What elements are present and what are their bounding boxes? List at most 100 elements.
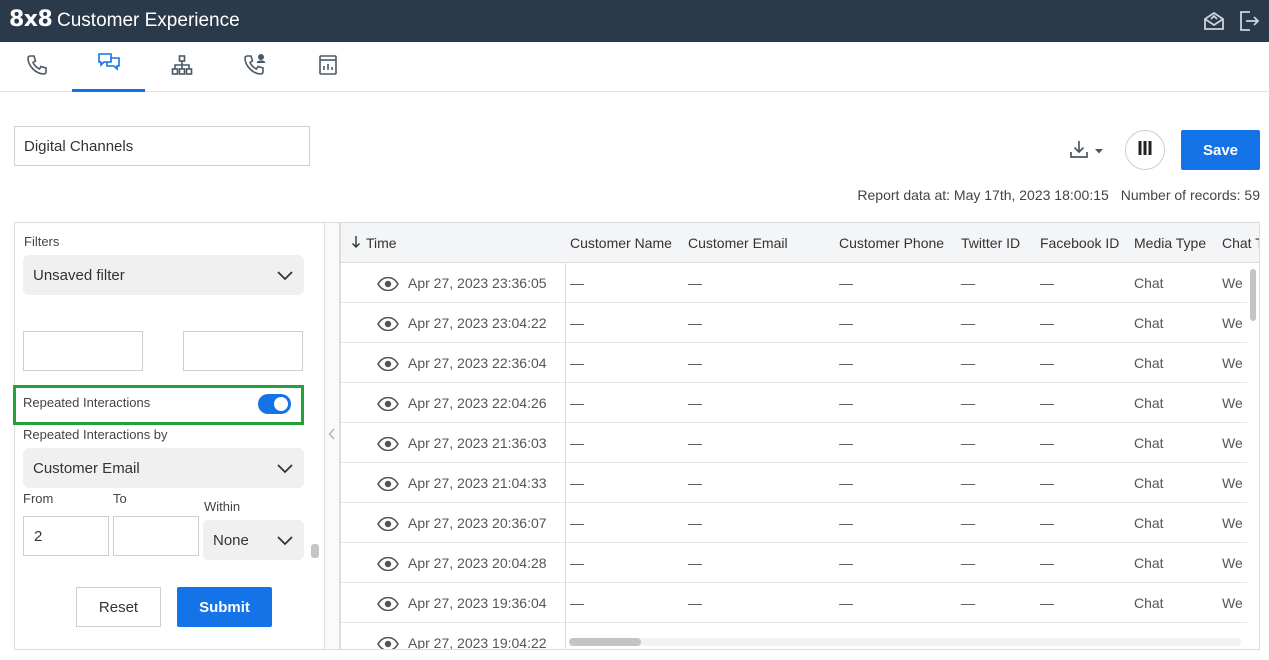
cell-customer-phone: — bbox=[839, 315, 853, 331]
filter-value-field-right[interactable] bbox=[183, 331, 303, 371]
horizontal-scrollbar[interactable] bbox=[569, 638, 641, 646]
table-row[interactable]: Apr 27, 2023 22:04:26 — — — — — Chat We bbox=[341, 383, 1247, 423]
chevron-down-icon bbox=[276, 461, 294, 479]
column-header-customer-name[interactable]: Customer Name bbox=[570, 235, 672, 251]
from-label: From bbox=[23, 491, 54, 506]
cell-time: Apr 27, 2023 22:04:26 bbox=[408, 395, 547, 411]
cell-facebook-id: — bbox=[1040, 595, 1054, 611]
cell-time: Apr 27, 2023 21:04:33 bbox=[408, 475, 547, 491]
download-menu[interactable] bbox=[1068, 138, 1104, 165]
chevron-down-icon bbox=[276, 533, 294, 551]
table-row[interactable]: Apr 27, 2023 20:36:07 — — — — — Chat We bbox=[341, 503, 1247, 543]
column-header-twitter-id[interactable]: Twitter ID bbox=[961, 235, 1020, 251]
cell-twitter-id: — bbox=[961, 515, 975, 531]
cell-chat-type: We bbox=[1222, 475, 1243, 491]
caret-down-icon bbox=[1094, 143, 1104, 161]
column-header-time[interactable]: Time bbox=[366, 235, 397, 251]
top-bar: 8x8 Customer Experience bbox=[0, 0, 1269, 42]
from-input[interactable]: 2 bbox=[23, 516, 109, 556]
tab-reports[interactable] bbox=[291, 42, 364, 92]
cell-customer-phone: — bbox=[839, 555, 853, 571]
logout-icon[interactable] bbox=[1237, 9, 1261, 33]
filter-panel-scrollbar[interactable] bbox=[311, 544, 319, 558]
table-row[interactable]: Apr 27, 2023 21:04:33 — — — — — Chat We bbox=[341, 463, 1247, 503]
cell-twitter-id: — bbox=[961, 435, 975, 451]
cell-customer-phone: — bbox=[839, 595, 853, 611]
cell-customer-email: — bbox=[688, 555, 702, 571]
column-header-media-type[interactable]: Media Type bbox=[1134, 235, 1206, 251]
cell-customer-phone: — bbox=[839, 435, 853, 451]
repeated-by-select[interactable]: Customer Email bbox=[23, 448, 304, 488]
table-row[interactable]: Apr 27, 2023 23:36:05 — — — — — Chat We bbox=[341, 263, 1247, 303]
cell-chat-type: We bbox=[1222, 395, 1243, 411]
cell-chat-type: We bbox=[1222, 555, 1243, 571]
chevron-left-icon bbox=[328, 427, 336, 445]
eye-icon[interactable] bbox=[377, 436, 399, 456]
phone-icon bbox=[25, 53, 49, 82]
cell-chat-type: We bbox=[1222, 515, 1243, 531]
cell-customer-name: — bbox=[570, 475, 584, 491]
filter-value-field-left[interactable] bbox=[23, 331, 143, 371]
within-select[interactable]: None bbox=[203, 520, 304, 560]
eye-icon[interactable] bbox=[377, 476, 399, 496]
table-row[interactable]: Apr 27, 2023 21:36:03 — — — — — Chat We bbox=[341, 423, 1247, 463]
table-row[interactable]: Apr 27, 2023 23:04:22 — — — — — Chat We bbox=[341, 303, 1247, 343]
report-meta: Report data at: May 17th, 2023 18:00:15 … bbox=[857, 187, 1260, 203]
collapse-panel-handle[interactable] bbox=[324, 222, 340, 650]
column-header-customer-phone[interactable]: Customer Phone bbox=[839, 235, 944, 251]
repeated-interactions-toggle[interactable] bbox=[258, 394, 291, 414]
cell-time: Apr 27, 2023 23:36:05 bbox=[408, 275, 547, 291]
cell-customer-email: — bbox=[688, 515, 702, 531]
table-row[interactable]: Apr 27, 2023 20:04:28 — — — — — Chat We bbox=[341, 543, 1247, 583]
table-row[interactable]: Apr 27, 2023 22:36:04 — — — — — Chat We bbox=[341, 343, 1247, 383]
tab-digital-channels[interactable] bbox=[72, 42, 145, 92]
cell-customer-phone: — bbox=[839, 355, 853, 371]
eye-icon[interactable] bbox=[377, 596, 399, 616]
cell-time: Apr 27, 2023 20:36:07 bbox=[408, 515, 547, 531]
sort-desc-icon[interactable] bbox=[351, 235, 361, 252]
cell-time: Apr 27, 2023 19:36:04 bbox=[408, 595, 547, 611]
cell-customer-name: — bbox=[570, 275, 584, 291]
tab-queues[interactable] bbox=[145, 42, 218, 92]
eye-icon[interactable] bbox=[377, 516, 399, 536]
column-header-chat-type[interactable]: Chat T bbox=[1222, 235, 1259, 251]
filter-select[interactable]: Unsaved filter bbox=[23, 255, 304, 295]
cell-time: Apr 27, 2023 20:04:28 bbox=[408, 555, 547, 571]
columns-button[interactable] bbox=[1125, 130, 1165, 170]
inbox-icon[interactable] bbox=[1202, 9, 1226, 33]
eye-icon[interactable] bbox=[377, 636, 399, 649]
cell-customer-phone: — bbox=[839, 395, 853, 411]
table-header: Time Customer Name Customer Email Custom… bbox=[341, 223, 1259, 263]
eye-icon[interactable] bbox=[377, 396, 399, 416]
cell-facebook-id: — bbox=[1040, 395, 1054, 411]
table-row[interactable]: Apr 27, 2023 19:36:04 — — — — — Chat We bbox=[341, 583, 1247, 623]
save-button[interactable]: Save bbox=[1181, 130, 1260, 170]
repeated-interactions-highlight: Repeated Interactions bbox=[13, 385, 304, 425]
eye-icon[interactable] bbox=[377, 276, 399, 296]
to-input[interactable] bbox=[113, 516, 199, 556]
within-label: Within bbox=[204, 499, 241, 514]
cell-chat-type: We bbox=[1222, 275, 1243, 291]
record-count: Number of records: 59 bbox=[1120, 187, 1260, 203]
cell-media-type: Chat bbox=[1134, 395, 1164, 411]
report-name-input[interactable] bbox=[14, 126, 310, 166]
tab-agents[interactable] bbox=[218, 42, 291, 92]
cell-facebook-id: — bbox=[1040, 355, 1054, 371]
tab-calls[interactable] bbox=[0, 42, 73, 92]
submit-button[interactable]: Submit bbox=[177, 587, 272, 627]
cell-media-type: Chat bbox=[1134, 315, 1164, 331]
cell-time: Apr 27, 2023 19:04:22 bbox=[408, 635, 547, 650]
brand-logo: 8x8 bbox=[9, 7, 53, 32]
cell-media-type: Chat bbox=[1134, 275, 1164, 291]
eye-icon[interactable] bbox=[377, 356, 399, 376]
from-value: 2 bbox=[34, 527, 43, 545]
cell-chat-type: We bbox=[1222, 595, 1243, 611]
eye-icon[interactable] bbox=[377, 316, 399, 336]
cell-facebook-id: — bbox=[1040, 475, 1054, 491]
column-header-customer-email[interactable]: Customer Email bbox=[688, 235, 788, 251]
repeated-by-value: Customer Email bbox=[33, 459, 140, 477]
vertical-scrollbar[interactable] bbox=[1250, 269, 1256, 321]
column-header-facebook-id[interactable]: Facebook ID bbox=[1040, 235, 1119, 251]
reset-button[interactable]: Reset bbox=[76, 587, 161, 627]
eye-icon[interactable] bbox=[377, 556, 399, 576]
